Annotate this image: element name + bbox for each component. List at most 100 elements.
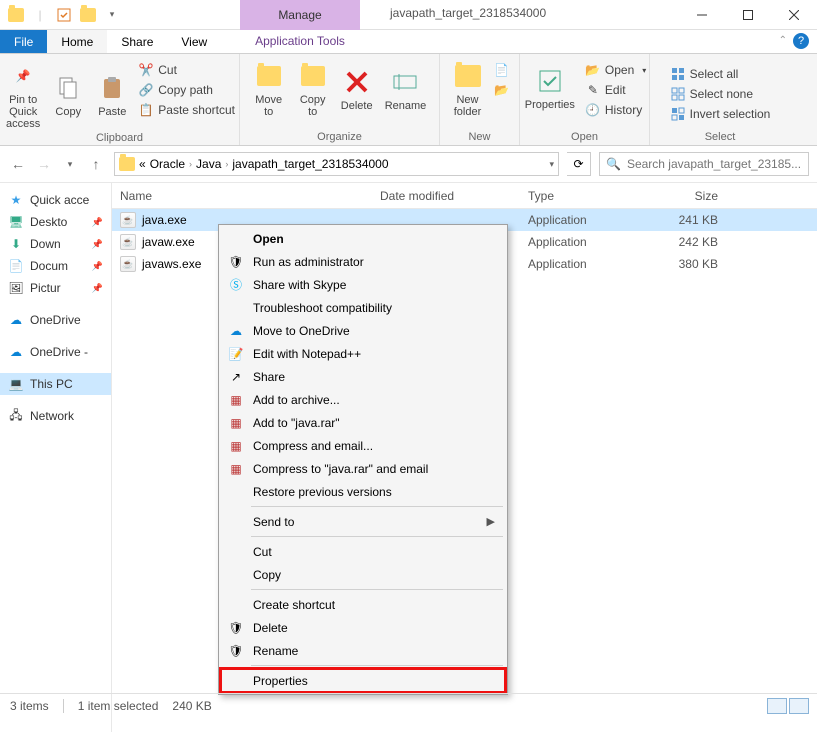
- invert-selection-button[interactable]: Invert selection: [670, 106, 771, 122]
- rename-button[interactable]: Rename: [379, 58, 433, 120]
- qat-dropdown-icon[interactable]: ▾: [102, 5, 122, 25]
- properties-button[interactable]: Properties: [519, 58, 581, 118]
- copy-to-button[interactable]: Copy to: [291, 58, 335, 120]
- sidebar-onedrive-business[interactable]: ☁ OneDrive -: [0, 341, 111, 363]
- recent-locations-button[interactable]: ▾: [60, 159, 80, 170]
- cloud-icon: ☁: [8, 344, 24, 360]
- sidebar-quick-access[interactable]: ★Quick acce: [0, 189, 111, 211]
- sidebar-documents[interactable]: 📄Docum📌: [0, 255, 111, 277]
- ctx-troubleshoot[interactable]: Troubleshoot compatibility: [221, 296, 505, 319]
- ctx-share[interactable]: ↗Share: [221, 365, 505, 388]
- column-size[interactable]: Size: [636, 189, 726, 203]
- ctx-create-shortcut[interactable]: Create shortcut: [221, 593, 505, 616]
- ctx-add-archive[interactable]: ▦Add to archive...: [221, 388, 505, 411]
- ctx-separator: [251, 665, 503, 666]
- ctx-label: Troubleshoot compatibility: [253, 301, 392, 315]
- ribbon: 📌Pin to Quick access Copy Paste ✂️Cut 🔗C…: [0, 54, 817, 146]
- tab-view[interactable]: View: [167, 30, 221, 53]
- ctx-move-onedrive[interactable]: ☁Move to OneDrive: [221, 319, 505, 342]
- ctx-label: Send to: [253, 515, 294, 529]
- qat-properties-icon[interactable]: [54, 5, 74, 25]
- view-large-icons-button[interactable]: [789, 698, 809, 714]
- sidebar-item-label: Deskto: [30, 215, 67, 229]
- crumb-oracle[interactable]: Oracle: [150, 157, 185, 171]
- edit-button[interactable]: ✎Edit: [585, 82, 646, 98]
- select-all-button[interactable]: Select all: [670, 66, 771, 82]
- star-icon: ★: [8, 192, 24, 208]
- cut-button[interactable]: ✂️Cut: [138, 62, 235, 78]
- close-button[interactable]: [771, 0, 817, 30]
- sidebar-network[interactable]: 🖧Network: [0, 405, 111, 427]
- select-all-icon: [670, 66, 686, 82]
- minimize-button[interactable]: [679, 0, 725, 30]
- delete-button[interactable]: Delete: [335, 58, 379, 120]
- sidebar-this-pc[interactable]: 💻This PC: [0, 373, 111, 395]
- move-to-button[interactable]: Move to: [247, 58, 291, 120]
- shield-icon: 🛡: [227, 619, 245, 637]
- java-exe-icon: ☕: [120, 234, 136, 250]
- ribbon-collapse-icon[interactable]: ⌃: [779, 35, 787, 46]
- ctx-label: Rename: [253, 644, 298, 658]
- ctx-share-skype[interactable]: ⓈShare with Skype: [221, 273, 505, 296]
- ctx-run-as-admin[interactable]: 🛡Run as administrator: [221, 250, 505, 273]
- winrar-icon: ▦: [227, 414, 245, 432]
- edit-label: Edit: [605, 83, 626, 97]
- qat-new-folder-icon[interactable]: [78, 5, 98, 25]
- sidebar-downloads[interactable]: ⬇Down📌: [0, 233, 111, 255]
- column-name[interactable]: Name: [112, 189, 372, 203]
- tab-file[interactable]: File: [0, 30, 47, 53]
- address-bar[interactable]: « Oracle› Java› javapath_target_23185340…: [114, 152, 559, 176]
- address-dropdown-icon[interactable]: ▾: [549, 159, 554, 170]
- crumb-java[interactable]: Java: [196, 157, 221, 171]
- ctx-delete[interactable]: 🛡 Delete: [221, 616, 505, 639]
- ctx-compress-rar-email[interactable]: ▦Compress to "java.rar" and email: [221, 457, 505, 480]
- ctx-send-to[interactable]: Send to▶: [221, 510, 505, 533]
- ctx-open[interactable]: Open: [221, 227, 505, 250]
- crumb-current[interactable]: javapath_target_2318534000: [232, 157, 388, 171]
- view-details-button[interactable]: [767, 698, 787, 714]
- ctx-copy[interactable]: Copy: [221, 563, 505, 586]
- pin-to-quick-access-button[interactable]: 📌Pin to Quick access: [0, 58, 46, 132]
- ctx-compress-email[interactable]: ▦Compress and email...: [221, 434, 505, 457]
- new-item-button[interactable]: 📄: [494, 62, 510, 78]
- sidebar-onedrive[interactable]: ☁OneDrive: [0, 309, 111, 331]
- easy-access-button[interactable]: 📂: [494, 82, 510, 98]
- select-none-button[interactable]: Select none: [670, 86, 771, 102]
- refresh-button[interactable]: ⟳: [567, 152, 591, 176]
- up-button[interactable]: ↑: [86, 156, 106, 172]
- ctx-rename[interactable]: 🛡Rename: [221, 639, 505, 662]
- copy-button[interactable]: Copy: [46, 58, 90, 132]
- column-type[interactable]: Type: [520, 189, 636, 203]
- copy-path-button[interactable]: 🔗Copy path: [138, 82, 235, 98]
- search-box[interactable]: 🔍: [599, 152, 809, 176]
- search-input[interactable]: [627, 157, 802, 171]
- context-menu: Open 🛡Run as administrator ⓈShare with S…: [218, 224, 508, 695]
- ctx-label: Restore previous versions: [253, 485, 392, 499]
- ctx-edit-notepadpp[interactable]: 📝Edit with Notepad++: [221, 342, 505, 365]
- history-button[interactable]: 🕘History: [585, 102, 646, 118]
- network-icon: 🖧: [8, 408, 24, 424]
- qat-folder-icon[interactable]: [6, 5, 26, 25]
- contextual-tab-manage[interactable]: Manage: [240, 0, 360, 30]
- ctx-add-rar[interactable]: ▦Add to "java.rar": [221, 411, 505, 434]
- help-icon[interactable]: ?: [793, 33, 809, 49]
- ctx-properties[interactable]: Properties: [221, 669, 505, 692]
- forward-button[interactable]: →: [34, 156, 54, 172]
- tab-share[interactable]: Share: [107, 30, 167, 53]
- tab-application-tools[interactable]: Application Tools: [240, 30, 360, 48]
- paste-button[interactable]: Paste: [90, 58, 134, 132]
- column-date[interactable]: Date modified: [372, 189, 520, 203]
- maximize-button[interactable]: [725, 0, 771, 30]
- back-button[interactable]: ←: [8, 156, 28, 172]
- new-folder-button[interactable]: New folder: [446, 58, 490, 120]
- ctx-cut[interactable]: Cut: [221, 540, 505, 563]
- sidebar-desktop[interactable]: 🖥Deskto📌: [0, 211, 111, 233]
- tab-home[interactable]: Home: [47, 30, 107, 53]
- ctx-label: Delete: [253, 621, 288, 635]
- sidebar-item-label: OneDrive -: [30, 345, 88, 359]
- paste-icon: [96, 72, 128, 104]
- open-menu-button[interactable]: 📂Open▾: [585, 62, 646, 78]
- ctx-restore[interactable]: Restore previous versions: [221, 480, 505, 503]
- sidebar-pictures[interactable]: 🖼Pictur📌: [0, 277, 111, 299]
- paste-shortcut-button[interactable]: 📋Paste shortcut: [138, 102, 235, 118]
